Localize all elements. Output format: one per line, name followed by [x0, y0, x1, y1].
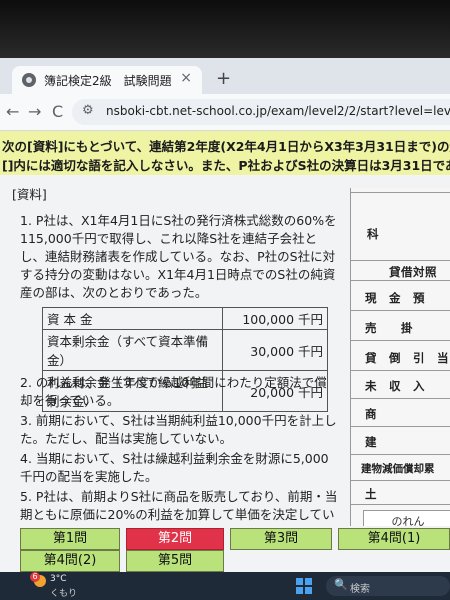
banner-line-1: 次の[資料]にもとづいて、連結第2年度(X2年4月1日からX3年3月31日まで)…: [2, 139, 450, 154]
divider: [351, 426, 450, 427]
equity-amount: 100,000 千円: [222, 307, 328, 330]
taskbar: 6 3°C くもり 🔍 検索: [0, 572, 450, 600]
material-item-4: 4. 当期において、S社は繰越利益剰余金を財源に5,000千円の配当を実施した。: [20, 451, 329, 484]
equity-amount: 30,000 千円: [222, 329, 328, 371]
divider: [351, 480, 450, 481]
question-2-button[interactable]: 第2問: [126, 528, 224, 550]
question-3-button[interactable]: 第3問: [230, 528, 332, 550]
divider: [351, 454, 450, 455]
question-4-1-button[interactable]: 第4問(1): [338, 528, 450, 550]
divider: [351, 398, 450, 399]
worksheet-row-accrued: 未 収 入: [365, 379, 425, 393]
equity-label: 資本剰余金（すべて資本準備金）: [42, 329, 223, 371]
worksheet-row-cash: 現 金 預: [365, 291, 425, 305]
notification-badge: 6: [30, 572, 40, 582]
tab-exam[interactable]: 簿記検定2級 試験問題 ×: [12, 66, 202, 94]
forward-arrow-icon[interactable]: →: [28, 102, 41, 121]
question-nav: 第1問 第2問 第3問 第4問(1) 第4問(2) 第5問: [0, 526, 450, 572]
worksheet-row-land: 土: [365, 487, 377, 501]
worksheet-column: 科 貸借対照 現 金 預 売 掛 貸 倒 引 当 未 収 入 商 建 建物減価償…: [350, 188, 450, 538]
divider: [351, 504, 450, 505]
worksheet-row-allowance: 貸 倒 引 当: [365, 351, 449, 365]
equity-label: 資 本 金: [42, 307, 223, 330]
globe-icon: [22, 73, 36, 87]
back-arrow-icon[interactable]: ←: [6, 102, 19, 121]
reload-icon[interactable]: C: [52, 102, 63, 121]
screen: 簿記検定2級 試験問題 × + ← → C ⚙ nsboki-cbt.net-s…: [0, 58, 450, 600]
monitor-bezel: [0, 0, 450, 58]
weather-temperature[interactable]: 3°C: [50, 574, 67, 584]
table-row: 資 本 金 100,000 千円: [42, 307, 328, 330]
material-item-2: 2. のれんは、発生年度から10年間にわたり定額法で償却を行っている。: [20, 375, 327, 408]
question-banner: 次の[資料]にもとづいて、連結第2年度(X2年4月1日からX3年3月31日まで)…: [0, 131, 450, 175]
divider: [351, 260, 450, 261]
close-icon[interactable]: ×: [180, 70, 192, 86]
material-item-1: 1. P社は、X1年4月1日にS社の発行済株式総数の60%を115,000千円で…: [20, 213, 337, 300]
tab-title: 簿記検定2級 試験問題: [44, 74, 172, 88]
banner-line-2: []内には適切な語を記入しなさい。また、P社およびS社の決算日は3月31日であり…: [2, 158, 450, 173]
tab-strip: 簿記検定2級 試験問題 × +: [0, 58, 450, 94]
divider: [351, 192, 450, 193]
question-5-button[interactable]: 第5問: [126, 550, 224, 572]
worksheet-header: 科: [367, 227, 379, 241]
worksheet-row-depreciation: 建物減価償却累: [361, 463, 435, 475]
material-item-5: 5. P社は、前期よりS社に商品を販売しており、前期・当期ともに原価に20%の利…: [20, 489, 338, 526]
url-bar[interactable]: ⚙ nsboki-cbt.net-school.co.jp/exam/level…: [72, 99, 450, 125]
worksheet-row-building: 建: [365, 435, 377, 449]
address-bar-row: ← → C ⚙ nsboki-cbt.net-school.co.jp/exam…: [0, 94, 450, 131]
worksheet-section: 貸借対照: [389, 265, 437, 279]
material-item-3: 3. 前期において、S社は当期純利益10,000千円を計上した。ただし、配当は実…: [20, 413, 337, 446]
windows-start-icon[interactable]: [296, 578, 312, 594]
divider: [351, 310, 450, 311]
worksheet-row-receivable: 売 掛: [365, 321, 413, 335]
divider: [351, 370, 450, 371]
search-icon: 🔍: [334, 578, 348, 591]
weather-description[interactable]: くもり: [50, 586, 77, 599]
taskbar-search-label: 検索: [350, 584, 370, 595]
material-heading: [資料]: [12, 187, 47, 202]
question-1-button[interactable]: 第1問: [20, 528, 120, 550]
url-text[interactable]: nsboki-cbt.net-school.co.jp/exam/level2/…: [106, 104, 450, 118]
question-4-2-button[interactable]: 第4問(2): [20, 550, 120, 572]
table-row: 資本剰余金（すべて資本準備金） 30,000 千円: [42, 329, 328, 371]
divider: [351, 280, 450, 281]
site-info-icon[interactable]: ⚙: [82, 103, 94, 118]
taskbar-search[interactable]: 🔍 検索: [326, 576, 450, 596]
worksheet-row-merchandise: 商: [365, 407, 377, 421]
divider: [351, 340, 450, 341]
new-tab-button[interactable]: +: [216, 68, 231, 89]
